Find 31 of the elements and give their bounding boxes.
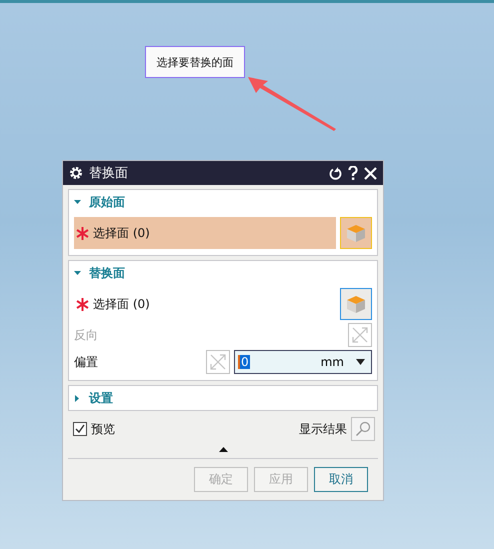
select-face-button[interactable] [340, 288, 372, 320]
section-header[interactable]: 原始面 [74, 190, 372, 214]
selection-bar[interactable]: 选择面 (0) [74, 217, 336, 249]
cube-icon [345, 222, 367, 244]
search-icon [355, 421, 371, 437]
settings-icon[interactable] [69, 166, 83, 180]
dropdown-icon [356, 359, 365, 365]
arrows-icon [209, 353, 227, 371]
dialog-button[interactable]: 取消 [314, 467, 368, 492]
tooltip: 选择要替换的面 [145, 46, 245, 78]
expand-icon [74, 394, 81, 402]
offset-field[interactable]: 0 mm [234, 350, 372, 374]
preview-checkbox[interactable] [73, 422, 87, 436]
select-face-label: 选择面 (0) [93, 224, 150, 242]
close-icon[interactable] [364, 166, 377, 180]
reverse-label: 反向 [74, 326, 99, 344]
offset-label: 偏置 [74, 354, 99, 370]
selection-bar[interactable]: 选择面 (0) [74, 288, 336, 320]
arrows-icon [351, 326, 369, 344]
cube-icon [345, 293, 367, 315]
collapse-icon [74, 198, 81, 206]
help-icon[interactable] [348, 166, 358, 180]
window-title: 替换面 [89, 165, 129, 182]
select-face-label: 选择面 (0) [93, 296, 150, 312]
show-result-label: 显示结果 [299, 420, 347, 438]
collapse-icon [74, 270, 81, 276]
show-result-button[interactable] [351, 417, 375, 441]
collapse-icon[interactable] [218, 447, 228, 452]
section-header[interactable]: 替换面 [74, 261, 372, 285]
reset-icon[interactable] [329, 166, 342, 180]
preview-label: 预览 [91, 420, 116, 438]
